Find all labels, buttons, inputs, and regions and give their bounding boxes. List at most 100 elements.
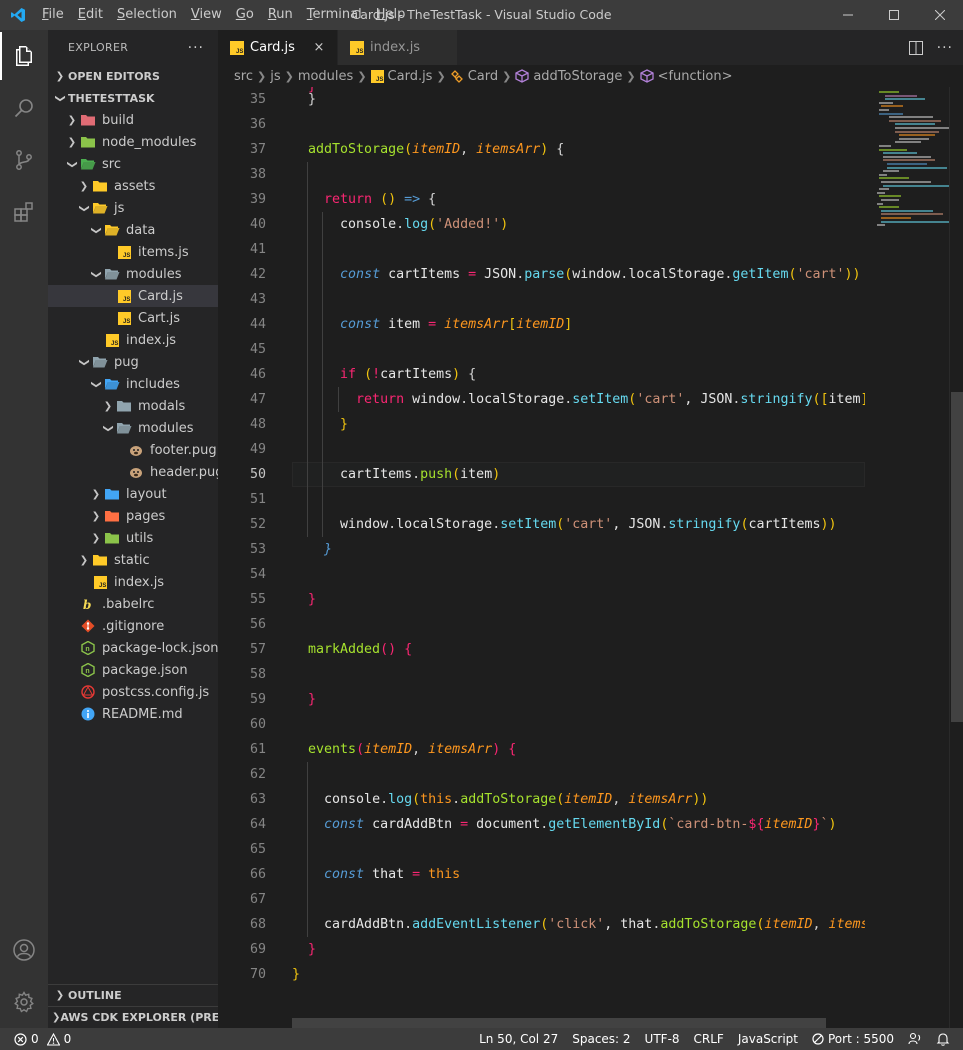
- code-token: window: [572, 267, 621, 282]
- minimap-line: [895, 141, 921, 144]
- tree-item-label: Cart.js: [138, 310, 181, 326]
- tree-item[interactable]: header.pug: [48, 461, 218, 483]
- breadcrumb-item[interactable]: Card.js: [388, 69, 433, 84]
- cursor-position[interactable]: Ln 50, Col 27: [472, 1032, 565, 1046]
- folder-assets-icon: [92, 178, 108, 194]
- live-server-port[interactable]: Port : 5500: [805, 1032, 901, 1046]
- breadcrumb-item[interactable]: Card: [468, 69, 498, 84]
- menu-item[interactable]: Help: [369, 0, 413, 30]
- project-section[interactable]: ❯ THETESTTASK: [48, 87, 218, 109]
- tree-item[interactable]: .gitignore: [48, 615, 218, 637]
- tree-item[interactable]: JS index.js: [48, 571, 218, 593]
- more-actions-icon[interactable]: ···: [188, 40, 204, 56]
- tree-item[interactable]: ❯ modals: [48, 395, 218, 417]
- breadcrumb-item[interactable]: src: [234, 69, 253, 84]
- menu-item[interactable]: Edit: [71, 0, 110, 30]
- menu-item[interactable]: Go: [229, 0, 261, 30]
- language-mode[interactable]: JavaScript: [731, 1032, 805, 1046]
- feedback-button[interactable]: [901, 1032, 929, 1046]
- notifications-button[interactable]: [929, 1032, 957, 1046]
- chevron-right-icon: ❯: [91, 510, 101, 522]
- js-file-icon: JS: [350, 40, 364, 55]
- js-file-icon: JS: [370, 69, 384, 83]
- tree-item[interactable]: JS index.js: [48, 329, 218, 351]
- tree-item[interactable]: ❯ utils: [48, 527, 218, 549]
- tree-item[interactable]: ❯ js: [48, 197, 218, 219]
- minimap-line: [879, 91, 899, 93]
- more-actions-icon[interactable]: ···: [937, 40, 953, 56]
- code-area[interactable]: } } addToStorage(itemID, itemsArr) { ret…: [292, 87, 865, 1028]
- tree-item[interactable]: ❯ modules: [48, 417, 218, 439]
- tree-item-label: assets: [114, 178, 156, 194]
- folder-layout-icon: [104, 486, 120, 502]
- indentation[interactable]: Spaces: 2: [565, 1032, 637, 1046]
- tree-item[interactable]: ❯ src: [48, 153, 218, 175]
- code-token: console: [324, 792, 381, 807]
- tree-item-label: pages: [126, 508, 166, 524]
- tree-item[interactable]: ❯ includes: [48, 373, 218, 395]
- problems-indicator[interactable]: 0 0: [0, 1032, 71, 1046]
- code-token: .: [388, 517, 397, 532]
- close-tab-icon[interactable]: ×: [311, 40, 327, 55]
- tree-item[interactable]: ❯ node_modules: [48, 131, 218, 153]
- tree-item[interactable]: JS items.js: [48, 241, 218, 263]
- search-activity-button[interactable]: [0, 82, 48, 134]
- menu-item[interactable]: File: [35, 0, 71, 30]
- vertical-scrollbar[interactable]: [949, 87, 963, 1028]
- code-token: itemsArr: [476, 142, 541, 157]
- menu-item[interactable]: Run: [261, 0, 300, 30]
- tree-item[interactable]: README.md: [48, 703, 218, 725]
- minimap[interactable]: [865, 87, 953, 1028]
- tree-item[interactable]: n package.json: [48, 659, 218, 681]
- tree-item[interactable]: ❯ pages: [48, 505, 218, 527]
- accounts-activity-button[interactable]: [0, 924, 48, 976]
- close-window-button[interactable]: [917, 0, 963, 30]
- tree-item[interactable]: n package-lock.json: [48, 637, 218, 659]
- end-of-line[interactable]: CRLF: [687, 1032, 731, 1046]
- line-number: 57: [249, 642, 266, 657]
- line-number: 51: [249, 492, 266, 507]
- source-control-activity-button[interactable]: [0, 134, 48, 186]
- menu-item[interactable]: View: [184, 0, 229, 30]
- menu-item[interactable]: Selection: [110, 0, 184, 30]
- tree-item[interactable]: b .babelrc: [48, 593, 218, 615]
- breadcrumb-item[interactable]: <function>: [658, 69, 733, 84]
- explorer-activity-button[interactable]: [0, 30, 48, 82]
- breadcrumb-item[interactable]: modules: [298, 69, 354, 84]
- code-token: setItem: [572, 392, 629, 407]
- tree-item[interactable]: ❯ pug: [48, 351, 218, 373]
- tree-item[interactable]: JS Cart.js: [48, 307, 218, 329]
- horizontal-scrollbar[interactable]: [292, 1018, 826, 1028]
- encoding[interactable]: UTF-8: [638, 1032, 687, 1046]
- minimize-button[interactable]: [825, 0, 871, 30]
- code-editor[interactable]: 35 36 37 38 39 40 41 42 43 44 45 46 47 48 49 50 51 52 53 54…: [218, 87, 963, 1028]
- code-token: .: [452, 792, 461, 807]
- code-token: !: [372, 367, 381, 382]
- menu-item[interactable]: Terminal: [300, 0, 369, 30]
- aws-cdk-explorer-section[interactable]: ❯ AWS CDK EXPLORER (PRE...: [48, 1006, 218, 1028]
- tab-card-js[interactable]: JS Card.js ×: [218, 30, 338, 65]
- tab-index-js[interactable]: JS index.js: [338, 30, 458, 65]
- breadcrumb-item[interactable]: addToStorage: [533, 69, 622, 84]
- outline-section[interactable]: ❯ OUTLINE: [48, 984, 218, 1006]
- split-editor-icon[interactable]: [908, 40, 923, 55]
- tree-item[interactable]: ❯ layout: [48, 483, 218, 505]
- tree-item[interactable]: ❯ assets: [48, 175, 218, 197]
- tree-item[interactable]: postcss.config.js: [48, 681, 218, 703]
- open-editors-section[interactable]: ❯ OPEN EDITORS: [48, 65, 218, 87]
- manage-activity-button[interactable]: [0, 976, 48, 1028]
- minimap-line: [889, 116, 933, 119]
- tree-item[interactable]: JS Card.js: [48, 285, 218, 307]
- tree-item[interactable]: ❯ static: [48, 549, 218, 571]
- scrollbar-thumb[interactable]: [951, 392, 963, 722]
- tree-item[interactable]: ❯ build: [48, 109, 218, 131]
- maximize-button[interactable]: [871, 0, 917, 30]
- extensions-activity-button[interactable]: [0, 186, 48, 238]
- tree-item[interactable]: ❯ data: [48, 219, 218, 241]
- menu-label: elp: [385, 7, 406, 22]
- tree-item[interactable]: ❯ modules: [48, 263, 218, 285]
- breadcrumb-item[interactable]: js: [270, 69, 280, 84]
- tree-item[interactable]: footer.pug: [48, 439, 218, 461]
